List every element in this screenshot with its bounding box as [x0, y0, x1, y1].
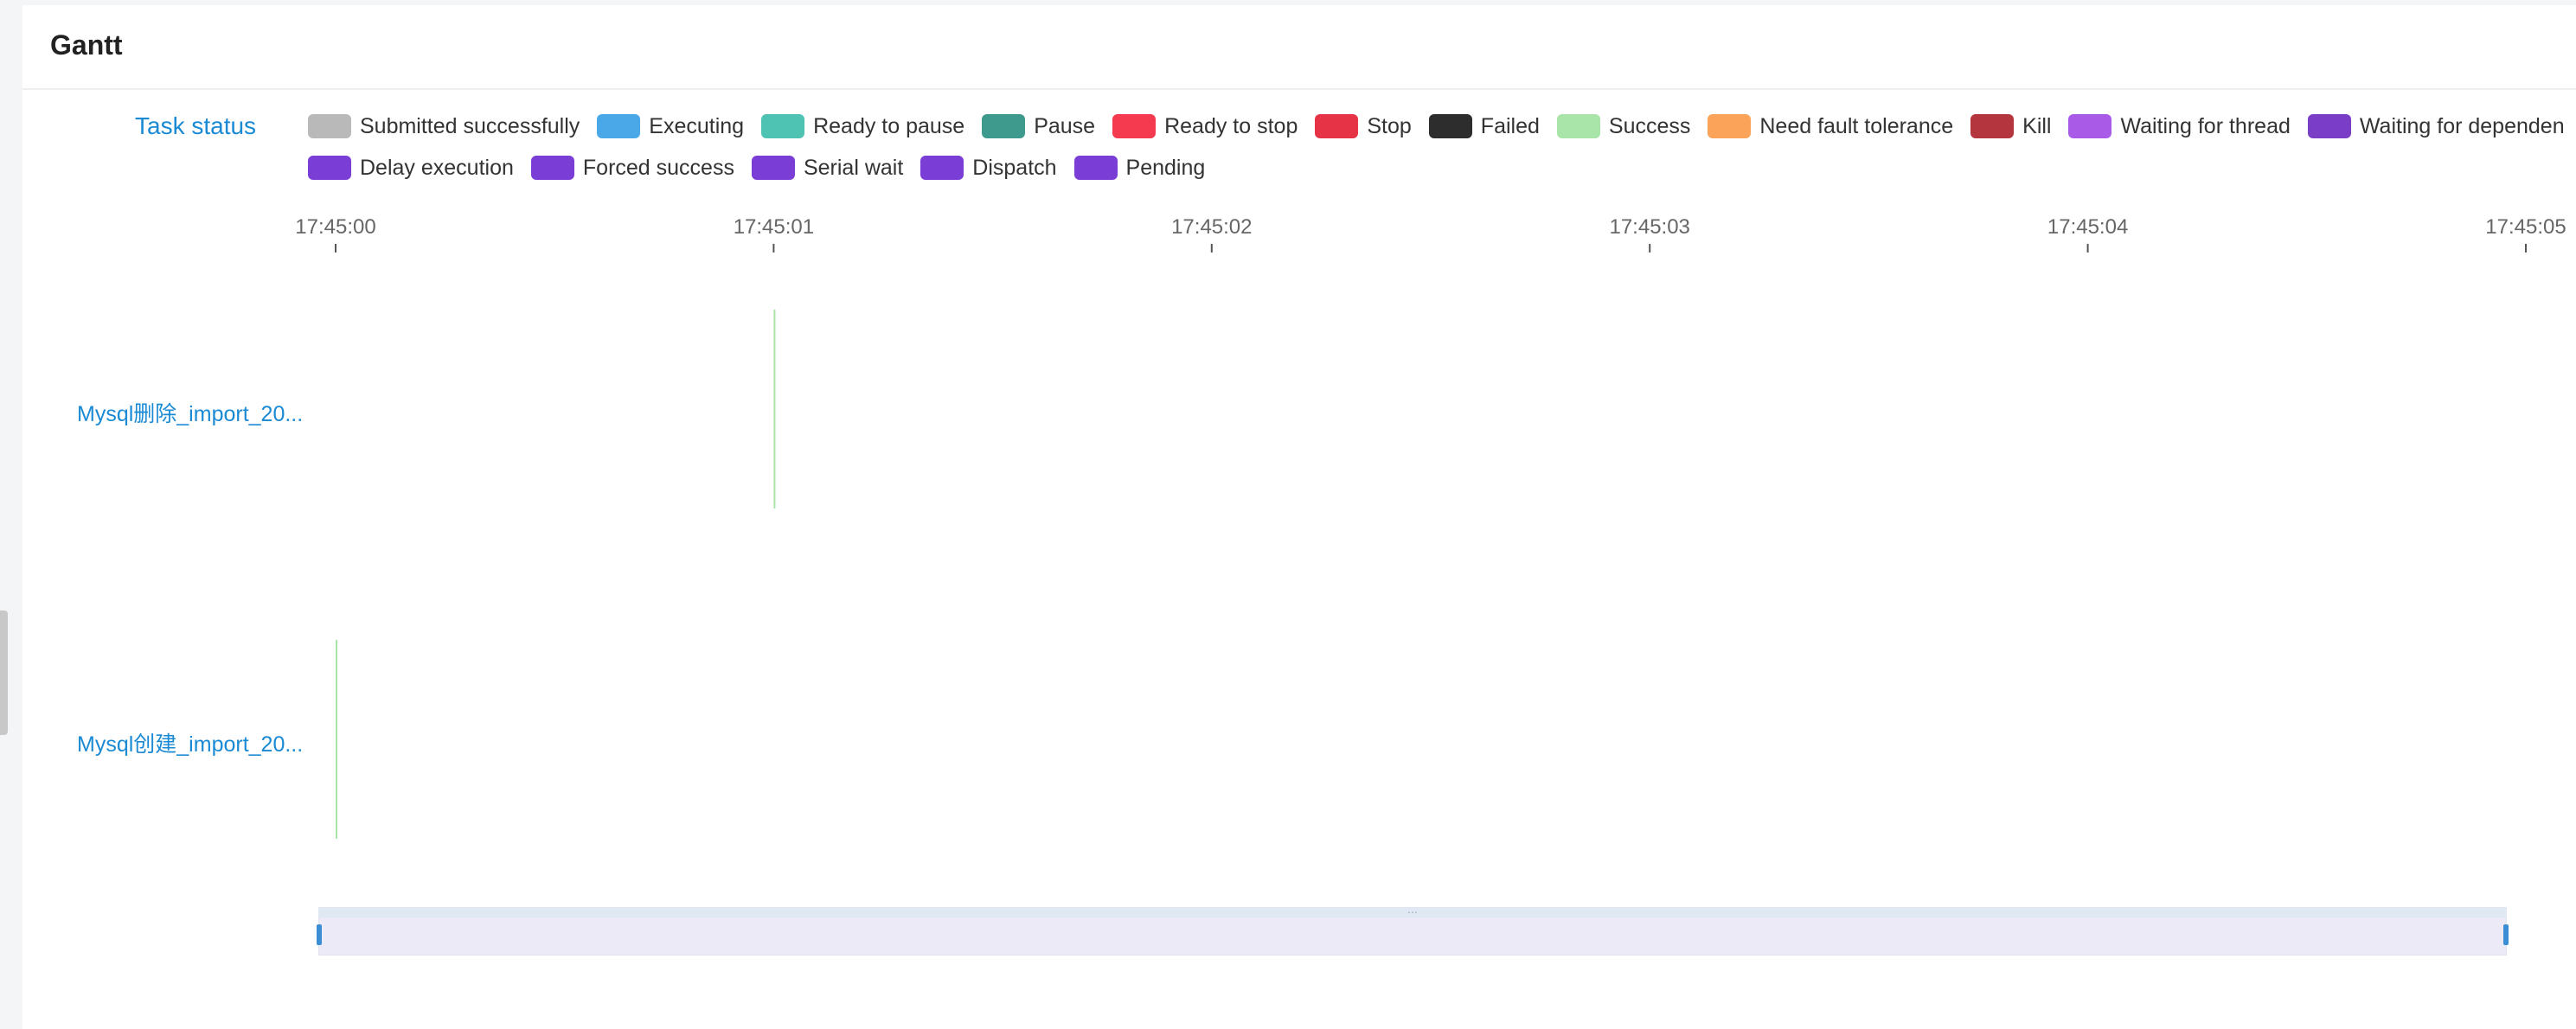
task-bar[interactable]	[773, 310, 776, 508]
card-header: Gantt	[22, 5, 2576, 90]
task-label: Mysql删除_import_20...	[77, 402, 304, 426]
task-bar[interactable]	[336, 640, 337, 839]
x-tick-label: 17:45:03	[1609, 215, 1689, 239]
card-title: Gantt	[50, 29, 123, 61]
gantt-card: Gantt Task status Submitted successfully…	[22, 5, 2576, 1029]
x-tick-label: 17:45:01	[734, 215, 814, 239]
drag-grip-icon[interactable]: ⋯	[1407, 907, 1419, 917]
datazoom-left-handle[interactable]	[317, 924, 322, 945]
gantt-plot: 17:45:00 17:45:01 17:45:02 17:45:03 17:45:04…	[295, 215, 2566, 839]
datazoom-slider[interactable]: ⋯	[317, 907, 2509, 956]
datazoom-right-handle[interactable]	[2503, 924, 2509, 945]
x-tick-label: 17:45:00	[295, 215, 375, 239]
x-tick-label: 17:45:05	[2485, 215, 2566, 239]
left-gutter	[0, 0, 22, 1029]
x-tick-label: 17:45:04	[2047, 215, 2128, 239]
task-label: Mysql创建_import_20...	[77, 732, 304, 757]
x-tick-label: 17:45:02	[1171, 215, 1252, 239]
datazoom-drag-bar[interactable]: ⋯	[318, 907, 2507, 917]
page-scrollbar-thumb[interactable]	[0, 610, 8, 735]
gantt-chart: Task status Submitted successfully Execut…	[22, 92, 2576, 1029]
